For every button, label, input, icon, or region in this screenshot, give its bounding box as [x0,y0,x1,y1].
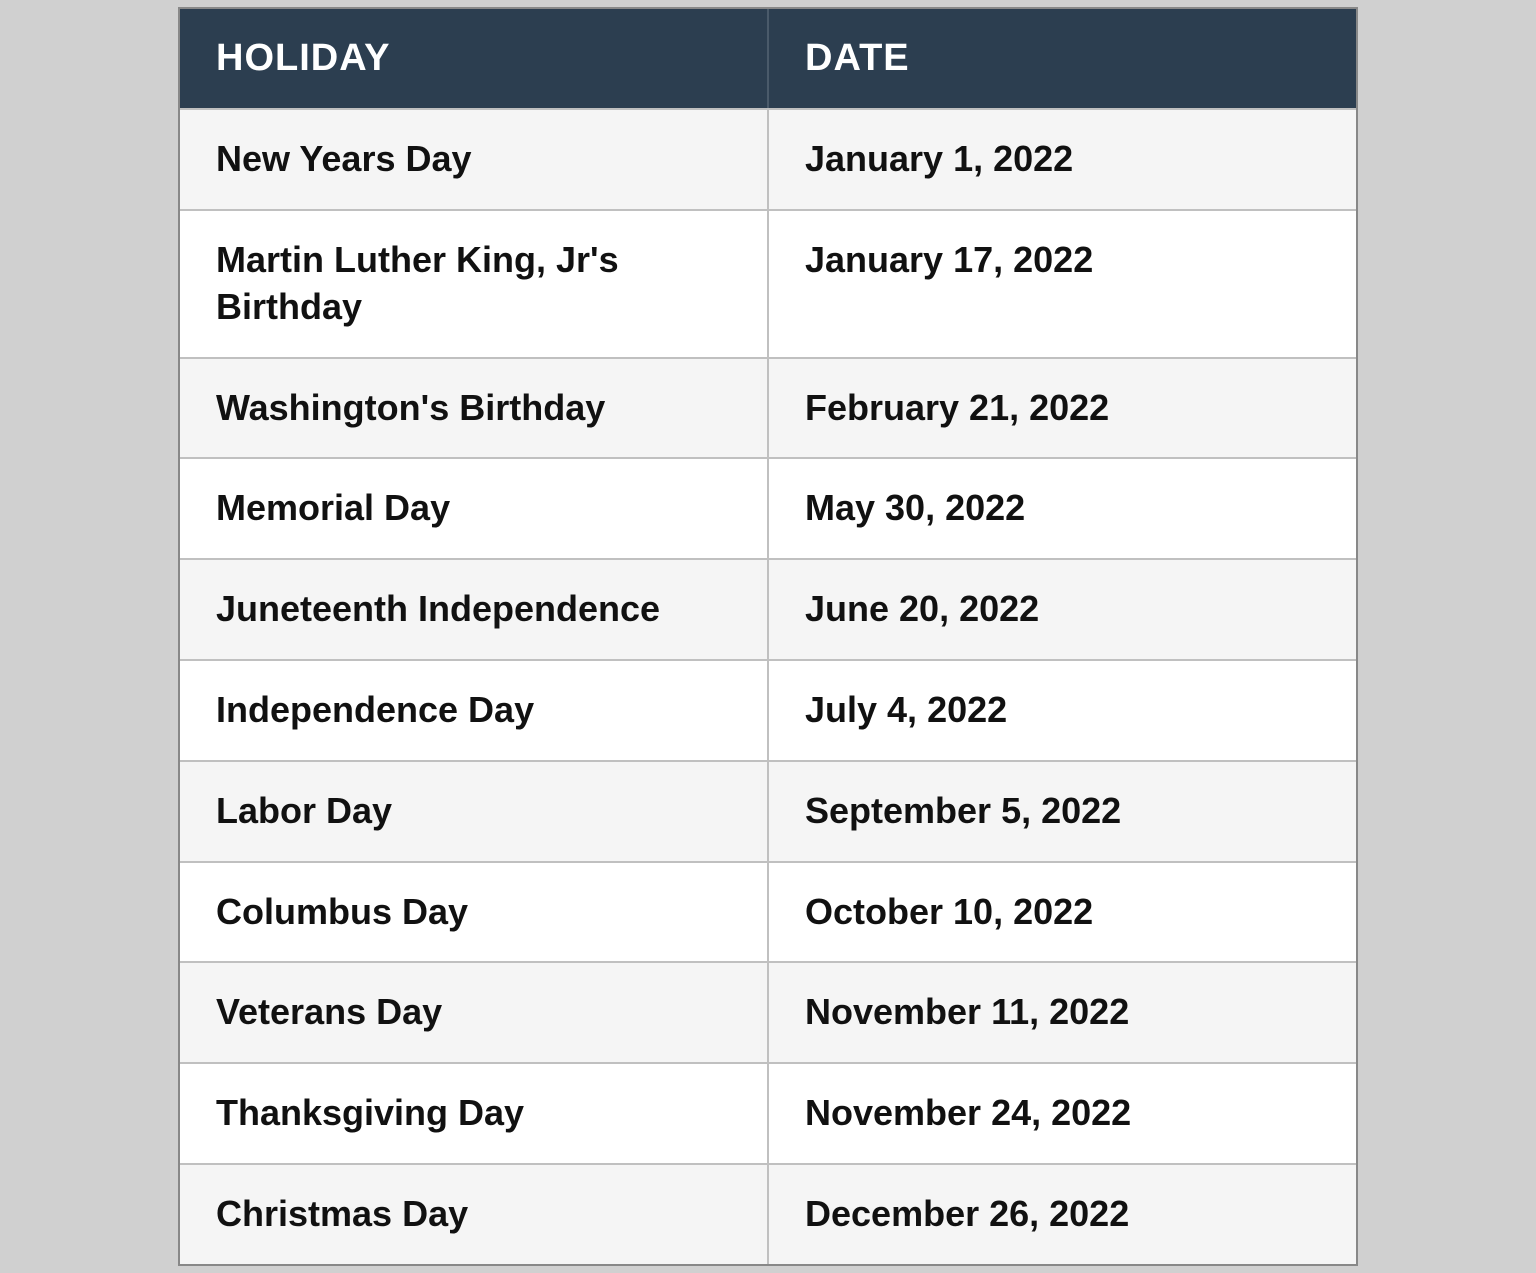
holiday-date-cell: June 20, 2022 [769,560,1356,659]
table-row: Columbus DayOctober 10, 2022 [180,861,1356,962]
holiday-date-cell: July 4, 2022 [769,661,1356,760]
holiday-name-cell: Memorial Day [180,459,769,558]
header-holiday: HOLIDAY [180,9,769,108]
table-row: New Years DayJanuary 1, 2022 [180,108,1356,209]
holiday-name-cell: Labor Day [180,762,769,861]
table-header: HOLIDAY DATE [180,9,1356,108]
holiday-name-cell: Veterans Day [180,963,769,1062]
holiday-name-cell: Columbus Day [180,863,769,962]
holiday-name-cell: Christmas Day [180,1165,769,1264]
holiday-name-cell: New Years Day [180,110,769,209]
holiday-date-cell: February 21, 2022 [769,359,1356,458]
table-row: Christmas DayDecember 26, 2022 [180,1163,1356,1264]
holiday-date-cell: January 1, 2022 [769,110,1356,209]
holiday-name-cell: Martin Luther King, Jr's Birthday [180,211,769,357]
table-row: Labor DaySeptember 5, 2022 [180,760,1356,861]
table-row: Martin Luther King, Jr's BirthdayJanuary… [180,209,1356,357]
table-row: Washington's BirthdayFebruary 21, 2022 [180,357,1356,458]
table-row: Thanksgiving DayNovember 24, 2022 [180,1062,1356,1163]
table-row: Veterans DayNovember 11, 2022 [180,961,1356,1062]
holiday-date-cell: May 30, 2022 [769,459,1356,558]
table-row: Independence DayJuly 4, 2022 [180,659,1356,760]
table-body: New Years DayJanuary 1, 2022Martin Luthe… [180,108,1356,1264]
table-row: Memorial DayMay 30, 2022 [180,457,1356,558]
holidays-table: HOLIDAY DATE New Years DayJanuary 1, 202… [178,7,1358,1266]
holiday-date-cell: November 24, 2022 [769,1064,1356,1163]
header-date: DATE [769,9,1356,108]
holiday-date-cell: December 26, 2022 [769,1165,1356,1264]
table-row: Juneteenth IndependenceJune 20, 2022 [180,558,1356,659]
holiday-date-cell: October 10, 2022 [769,863,1356,962]
holiday-name-cell: Washington's Birthday [180,359,769,458]
holiday-date-cell: January 17, 2022 [769,211,1356,357]
holiday-name-cell: Juneteenth Independence [180,560,769,659]
holiday-date-cell: September 5, 2022 [769,762,1356,861]
holiday-name-cell: Independence Day [180,661,769,760]
holiday-date-cell: November 11, 2022 [769,963,1356,1062]
holiday-name-cell: Thanksgiving Day [180,1064,769,1163]
